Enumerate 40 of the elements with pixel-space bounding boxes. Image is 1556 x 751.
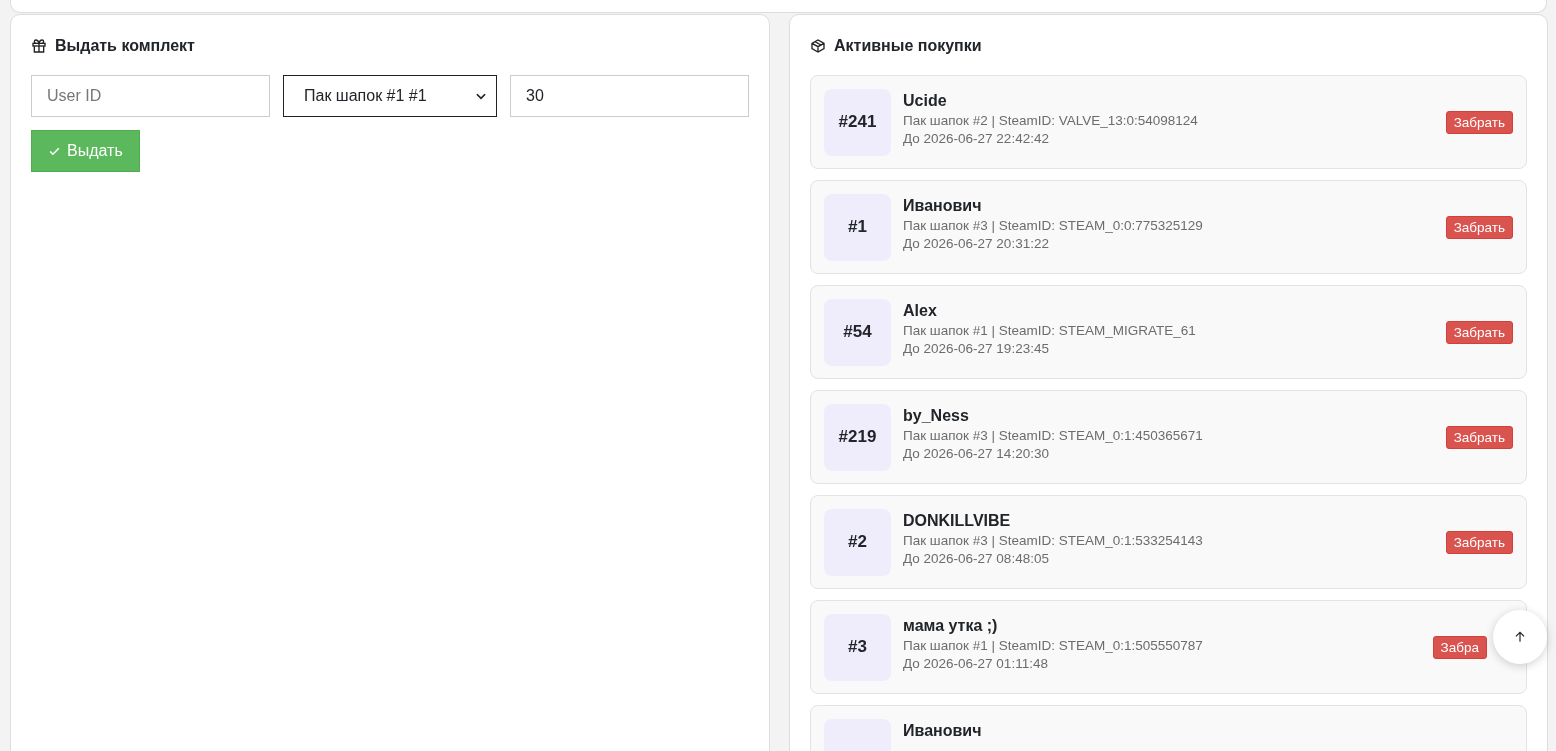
expiry-date: До 2026-06-27 19:23:45	[903, 341, 1050, 356]
revoke-button[interactable]: Забрать	[1445, 110, 1513, 134]
expiry-date: До 2026-06-27 20:31:22	[903, 236, 1050, 251]
purchase-number: #1	[824, 193, 891, 261]
purchase-details: Пак шапок #1 | SteamID: STEAM_MIGRATE_61	[903, 323, 1197, 338]
purchase-details: Пак шапок #3 | SteamID: STEAM_0:1:450365671	[903, 428, 1204, 443]
panel-title: Выдать комплект	[55, 37, 195, 55]
revoke-button[interactable]: Забрать	[1445, 215, 1513, 239]
buyer-name: by_Ness	[903, 407, 970, 425]
purchase-details: Пак шапок #3 | SteamID: STEAM_0:1:533254143	[903, 533, 1204, 548]
expiry-date: До 2026-06-27 08:48:05	[903, 551, 1050, 566]
expiry-date: До 2026-06-27 01:11:48	[903, 656, 1049, 671]
revoke-button[interactable]: Забрать	[1445, 530, 1513, 554]
purchase-number: #219	[824, 403, 891, 471]
buyer-name: Иванович	[903, 722, 983, 740]
purchase-number: #241	[824, 88, 891, 156]
purchase-details: Пак шапок #2 | SteamID: VALVE_13:0:54098124	[903, 113, 1199, 128]
buyer-name: Alex	[903, 302, 938, 320]
purchase-details: Пак шапок #1 | SteamID: STEAM_0:1:505550787	[903, 638, 1204, 653]
expiry-date: До 2026-06-27 22:42:42	[903, 131, 1050, 146]
purchase-details: Пак шапок #3 | SteamID: STEAM_0:0:775325129	[903, 218, 1204, 233]
box-icon	[810, 38, 826, 54]
buyer-name: Ucide	[903, 92, 948, 110]
arrow-up-icon	[1513, 630, 1527, 644]
revoke-button[interactable]: Забрать	[1445, 320, 1513, 344]
issue-button[interactable]: Выдать	[31, 130, 140, 172]
purchase-number: #3	[824, 613, 891, 681]
user-id-field[interactable]: User ID	[31, 75, 270, 117]
revoke-button[interactable]: Забра	[1432, 635, 1487, 659]
purchase-number: #2	[824, 508, 891, 576]
buyer-name: мама утка ;)	[903, 617, 999, 635]
days-field[interactable]: 30	[510, 75, 749, 117]
purchase-number: #54	[824, 298, 891, 366]
revoke-button[interactable]: Забрать	[1445, 425, 1513, 449]
pack-select[interactable]: Пак шапок #1 #1	[283, 75, 497, 117]
gift-icon	[31, 38, 47, 54]
buyer-name: DONKILLVIBE	[903, 512, 1012, 530]
expiry-date: До 2026-06-27 14:20:30	[903, 446, 1050, 461]
panel-title: Активные покупки	[834, 37, 982, 55]
buyer-name: Иванович	[903, 197, 983, 215]
